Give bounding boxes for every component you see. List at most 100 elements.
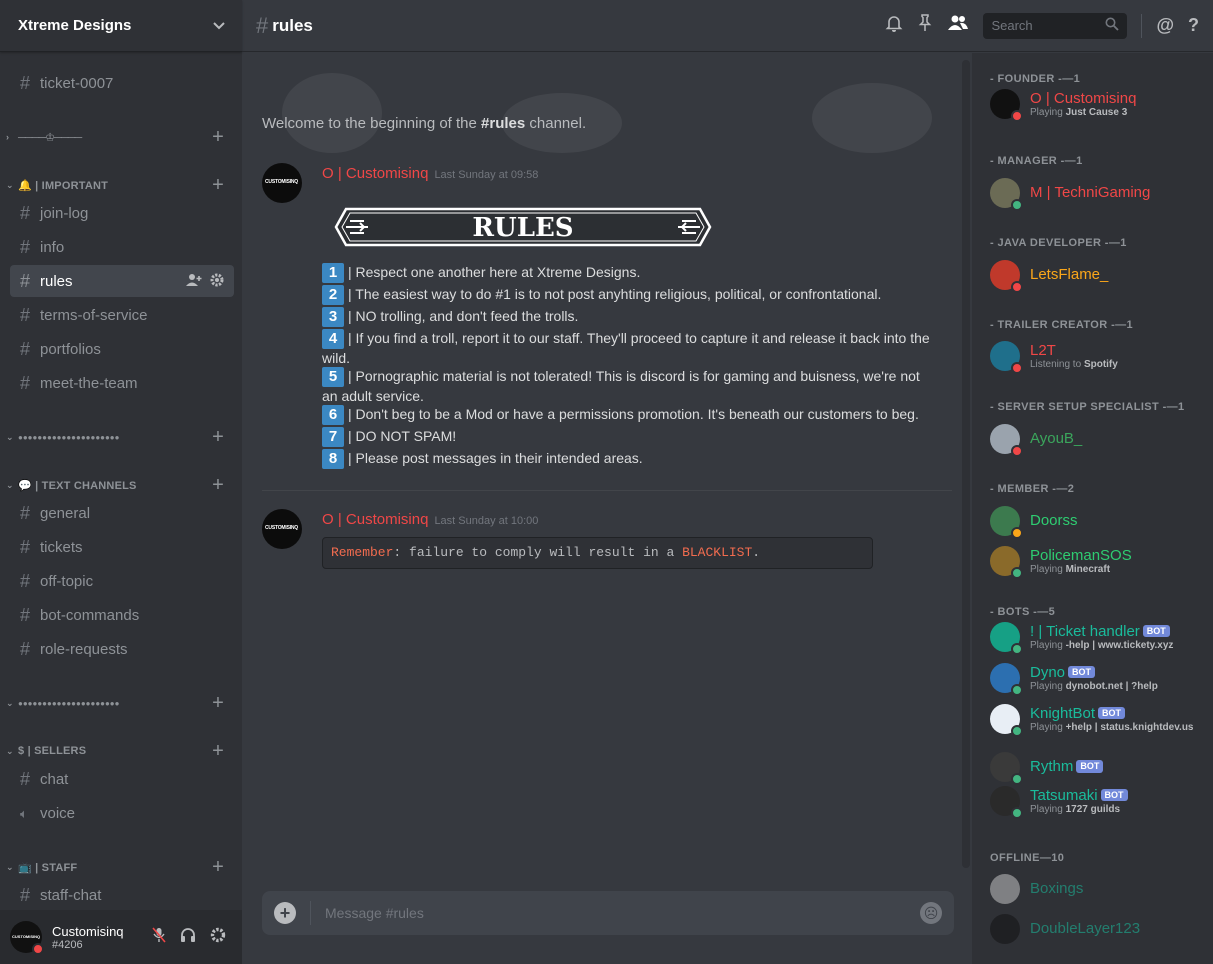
input-divider: [310, 901, 311, 925]
hash-icon: #: [20, 503, 31, 523]
avatar-label: CUSTOMISINQ: [265, 525, 298, 531]
channel-general[interactable]: # general: [10, 497, 234, 529]
channel-ticket-0007[interactable]: # ticket-0007: [10, 67, 234, 99]
category-label: 🔔 | IMPORTANT: [18, 179, 109, 192]
category-divider-3[interactable]: ⌄ ●●●●●●●●●●●●●●●●●●●●● +: [6, 692, 236, 715]
member-item[interactable]: M | TechniGaming: [990, 175, 1210, 211]
rule-text: | Pornographic material is not tolerated…: [322, 368, 920, 405]
channel-join-log[interactable]: # join-log: [10, 197, 234, 229]
avatar: [990, 786, 1023, 819]
member-item[interactable]: PolicemanSOS Playing Minecraft: [990, 543, 1210, 579]
avatar-label: CUSTOMISINQ: [265, 179, 298, 185]
channel-list: # ticket-0007 › ────♔──── + ⌄ 🔔 | IMPORT…: [0, 53, 242, 909]
channel-staff-chat[interactable]: # staff-chat: [10, 879, 234, 909]
chat-scrollbar[interactable]: [962, 60, 970, 868]
member-item[interactable]: Dyno BOT Playing dynobot.net | ?help: [990, 660, 1210, 696]
add-channel-icon[interactable]: +: [212, 740, 224, 763]
add-channel-icon[interactable]: +: [212, 426, 224, 449]
category-staff[interactable]: ⌄ 📺 | STAFF +: [6, 856, 236, 879]
channel-info[interactable]: # info: [10, 231, 234, 263]
message-divider: [262, 490, 952, 491]
member-item[interactable]: AyouB_: [990, 421, 1210, 457]
channel-terms-of-service[interactable]: # terms-of-service: [10, 299, 234, 331]
message-author[interactable]: O | Customisinq: [322, 165, 428, 182]
member-name: Doorss: [1030, 512, 1078, 530]
settings-gear-icon[interactable]: [210, 927, 226, 947]
channel-rules[interactable]: # rules: [10, 265, 234, 297]
message-input-placeholder[interactable]: Message #rules: [325, 905, 920, 921]
category-important[interactable]: ⌄ 🔔 | IMPORTANT +: [6, 174, 236, 197]
category-sellers[interactable]: ⌄ $ | SELLERS +: [6, 740, 236, 763]
channel-role-requests[interactable]: # role-requests: [10, 633, 234, 665]
channel-name: role-requests: [40, 640, 128, 658]
help-icon[interactable]: ?: [1188, 15, 1199, 36]
channel-name: join-log: [40, 204, 89, 222]
category-divider-1[interactable]: › ────♔──── +: [6, 126, 236, 149]
message: CUSTOMISINQ O | Customisinq Last Sunday …: [262, 163, 952, 473]
channel-portfolios[interactable]: # portfolios: [10, 333, 234, 365]
message-input[interactable]: + Message #rules ☹: [262, 891, 954, 935]
member-item[interactable]: DoubleLayer123: [990, 911, 1210, 947]
member-item[interactable]: Rythm BOT: [990, 749, 1210, 785]
mute-mic-icon[interactable]: [152, 927, 166, 947]
gear-icon[interactable]: [210, 273, 224, 290]
member-item[interactable]: ! | Ticket handler BOT Playing -help | www…: [990, 619, 1210, 655]
voice-channel-voice[interactable]: 🔈︎ voice: [10, 797, 234, 829]
add-channel-icon[interactable]: +: [212, 692, 224, 715]
server-header[interactable]: Xtreme Designs: [0, 0, 242, 52]
welcome-channel: #rules: [481, 115, 526, 132]
bot-badge: BOT: [1142, 624, 1170, 637]
rule-line: 7 | DO NOT SPAM!: [322, 427, 932, 448]
bell-icon[interactable]: [885, 14, 903, 37]
mention-icon[interactable]: @: [1156, 15, 1174, 36]
rule-text: | The easiest way to do #1 is to not pos…: [348, 286, 882, 302]
headphones-icon[interactable]: [180, 927, 196, 947]
status-indicator: [1011, 527, 1023, 539]
member-item[interactable]: LetsFlame_: [990, 257, 1210, 293]
rules-banner-text: RULES: [472, 213, 573, 243]
hash-icon: #: [20, 203, 31, 223]
emoji-picker-icon[interactable]: ☹: [920, 902, 942, 924]
welcome-prefix: Welcome to the beginning of the: [262, 115, 482, 132]
members-icon[interactable]: [947, 14, 969, 37]
member-item[interactable]: O | Customisinq Playing Just Cause 3: [990, 86, 1210, 122]
member-activity: Listening to Spotify: [1030, 359, 1118, 371]
member-item[interactable]: KnightBot BOT Playing +help | status.knigh…: [990, 701, 1210, 737]
category-label: ────♔────: [18, 131, 82, 144]
keycap-6-icon: 6: [322, 405, 344, 426]
pin-icon[interactable]: [917, 14, 933, 37]
add-channel-icon[interactable]: +: [212, 126, 224, 149]
member-item[interactable]: Doorss: [990, 503, 1210, 539]
keycap-1-icon: 1: [322, 263, 344, 284]
code-keyword: BLACKLIST: [682, 545, 753, 560]
member-item[interactable]: Tatsumaki BOT Playing 1727 guilds: [990, 783, 1210, 819]
avatar[interactable]: CUSTOMISINQ: [10, 921, 44, 955]
channel-meet-the-team[interactable]: # meet-the-team: [10, 367, 234, 399]
add-channel-icon[interactable]: +: [212, 474, 224, 497]
channel-chat[interactable]: # chat: [10, 763, 234, 795]
channel-bot-commands[interactable]: # bot-commands: [10, 599, 234, 631]
search-input[interactable]: Search: [983, 12, 1128, 39]
member-item[interactable]: Boxings: [990, 871, 1210, 907]
avatar: [990, 752, 1023, 785]
add-channel-icon[interactable]: +: [212, 174, 224, 197]
avatar[interactable]: CUSTOMISINQ: [262, 509, 302, 549]
add-channel-icon[interactable]: +: [212, 856, 224, 879]
channel-name: meet-the-team: [40, 374, 138, 392]
avatar: [990, 341, 1023, 374]
channel-off-topic[interactable]: # off-topic: [10, 565, 234, 597]
upload-plus-icon[interactable]: +: [274, 902, 296, 924]
chevron-down-icon[interactable]: [212, 18, 226, 34]
invite-icon[interactable]: [186, 273, 202, 290]
category-text-channels[interactable]: ⌄ 💬 | TEXT CHANNELS +: [6, 474, 236, 497]
avatar[interactable]: CUSTOMISINQ: [262, 163, 302, 203]
category-divider-2[interactable]: ⌄ ●●●●●●●●●●●●●●●●●●●●● +: [6, 426, 236, 449]
member-item[interactable]: L2T Listening to Spotify: [990, 338, 1210, 374]
member-name: O | Customisinq: [1030, 89, 1137, 107]
member-group-header: - BOTS -—5: [990, 606, 1056, 618]
keycap-4-icon: 4: [322, 329, 344, 350]
activity-name: -help | www.tickety.xyz: [1065, 639, 1174, 651]
user-tag: #4206: [52, 938, 83, 951]
message-author[interactable]: O | Customisinq: [322, 511, 428, 528]
channel-tickets[interactable]: # tickets: [10, 531, 234, 563]
